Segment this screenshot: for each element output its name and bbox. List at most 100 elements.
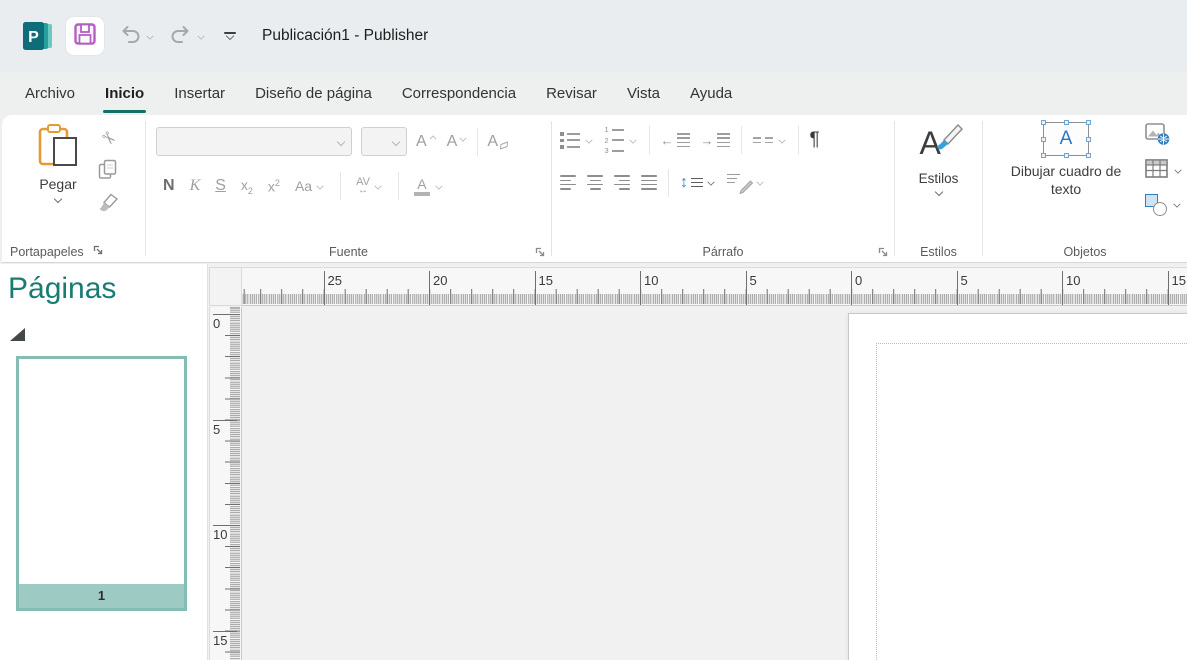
vertical-ruler[interactable]: 051015 [209,307,242,660]
divider [477,128,478,156]
paste-button[interactable]: Pegar [30,122,86,262]
h-ruler-label: 15 [1168,271,1186,305]
tab-insertar[interactable]: Insertar [159,72,240,115]
tab-ayuda[interactable]: Ayuda [675,72,747,115]
customize-quick-access-button[interactable] [224,32,236,41]
format-painter-button[interactable] [94,192,122,218]
collapse-pages-icon[interactable] [10,328,25,341]
workspace: 252015105051015 051015 [208,264,1187,660]
h-ruler-label: 25 [324,271,342,305]
text-box-icon: A [1043,122,1089,156]
online-pictures-icon [1145,123,1170,151]
table-button[interactable] [1145,158,1183,183]
numbering-button[interactable]: 1 2 3 [605,126,638,155]
bullets-button[interactable] [560,132,594,149]
arrow-left-icon: ← [661,134,674,147]
styles-icon: A [916,123,962,169]
font-name-select[interactable] [156,127,352,156]
pages-heading: Páginas [8,272,116,306]
copy-button[interactable] [94,159,122,185]
paragraph-group: 1 2 3 ← → [552,115,894,262]
pages-panel: Páginas 1 [0,264,208,660]
h-ruler-label: 15 [535,271,553,305]
copy-icon [98,159,118,185]
clipboard-group-footer: Portapapeles [10,244,104,259]
save-button[interactable] [66,17,104,55]
increase-indent-button[interactable]: → [701,133,730,147]
shrink-font-label: A [447,134,458,150]
redo-button[interactable] [169,24,206,49]
character-spacing-button[interactable]: AV ↔ [356,177,383,196]
chevron-down-icon [53,195,63,204]
chevron-down-icon [459,134,468,142]
align-right-button[interactable] [614,175,630,189]
columns-button[interactable] [753,136,787,145]
paste-clipboard-icon [36,122,80,173]
subscript-button[interactable]: x2 [241,177,253,196]
chevron-down-icon [707,179,716,187]
change-case-label: Aa [295,178,312,194]
grow-font-button[interactable]: A [416,134,438,150]
clipboard-dialog-launcher[interactable] [92,244,104,259]
divider [649,126,650,154]
font-dialog-launcher[interactable] [534,245,546,257]
indent-lines-icon [677,133,690,147]
italic-button[interactable]: K [190,177,201,195]
h-ruler-label: 5 [746,271,757,305]
svg-text:P: P [28,29,39,46]
ruler-corner [209,267,242,306]
underline-button[interactable]: S [215,177,226,195]
pictures-button[interactable] [1145,124,1183,149]
align-left-button[interactable] [560,175,576,189]
font-group: A A A N K S x [146,115,551,262]
superscript-label: x [268,178,275,194]
format-painter-icon [98,193,119,218]
undo-button[interactable] [118,24,155,49]
margin-guides [876,343,1187,660]
justify-button[interactable] [641,175,657,189]
draw-text-box-button[interactable]: A Dibujar cuadro de texto [1001,122,1131,262]
v-ruler-label: 10 [213,525,237,542]
tab-vista[interactable]: Vista [612,72,675,115]
arrow-right-icon: → [701,134,714,147]
bold-button[interactable]: N [163,177,175,195]
tab-correspondencia[interactable]: Correspondencia [387,72,531,115]
horizontal-ruler[interactable]: 252015105051015 [242,267,1187,306]
font-color-icon: A [414,177,430,196]
align-center-button[interactable] [587,175,603,189]
text-fit-icon [727,173,751,193]
columns-icon [753,137,773,143]
v-ruler-labels: 051015 [210,307,241,660]
change-case-button[interactable]: Aa [295,178,325,194]
chevron-down-icon [1173,201,1182,209]
page-thumbnail[interactable]: 1 [16,356,187,611]
styles-button[interactable]: A Estilos [916,115,962,262]
divider [398,172,399,200]
publication-page[interactable] [848,313,1187,660]
clipboard-tools: ✂ [94,122,122,262]
line-spacing-button[interactable]: ↕ [680,175,716,191]
superscript-button[interactable]: x2 [268,178,280,195]
shapes-button[interactable] [1145,192,1183,217]
paragraph-dialog-launcher[interactable] [877,245,889,257]
clipboard-group: Pegar ✂ [2,115,145,262]
title-bar: P [0,0,1187,72]
shrink-font-button[interactable]: A [447,134,469,150]
show-paragraph-marks-button[interactable]: ¶ [810,129,820,151]
paragraph-group-label: Párrafo [552,245,894,259]
tab-revisar[interactable]: Revisar [531,72,612,115]
objects-tools [1145,122,1183,262]
publisher-window: P [0,0,1187,660]
clear-formatting-button[interactable]: A [487,134,508,150]
text-fit-button[interactable] [727,173,765,193]
font-color-button[interactable]: A [414,177,444,196]
clipboard-group-label: Portapapeles [10,245,84,259]
cut-button[interactable]: ✂ [94,126,122,152]
tab-inicio[interactable]: Inicio [90,72,159,115]
canvas[interactable] [242,307,1187,660]
font-size-select[interactable] [361,127,407,156]
tab-diseño-de-página[interactable]: Diseño de página [240,72,387,115]
decrease-indent-button[interactable]: ← [661,133,690,147]
eraser-icon [500,141,508,149]
tab-archivo[interactable]: Archivo [10,72,90,115]
